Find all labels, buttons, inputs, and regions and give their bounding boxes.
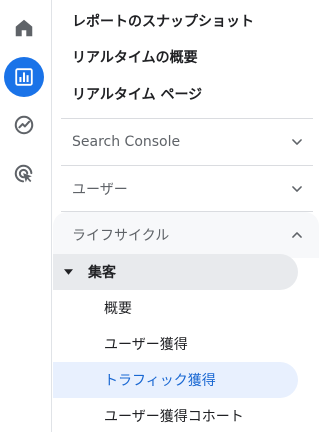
nav-rail — [0, 0, 52, 432]
nav-item-realtime-pages[interactable]: リアルタイム ページ — [72, 85, 202, 105]
chevron-down-icon — [285, 177, 309, 201]
group-acquisition[interactable]: 集客 — [53, 254, 298, 290]
nav-item-label: トラフィック獲得 — [104, 373, 216, 389]
section-search-console[interactable]: Search Console — [53, 119, 319, 165]
home-icon — [15, 19, 33, 37]
report-navigation-panel: レポートのスナップショット リアルタイムの概要 リアルタイム ページ Searc… — [53, 0, 319, 432]
nav-item-realtime-overview[interactable]: リアルタイムの概要 — [72, 48, 198, 68]
nav-item-report-snapshot[interactable]: レポートのスナップショット — [72, 12, 254, 32]
nav-item-label: ユーザー獲得コホート — [104, 409, 244, 425]
section-user[interactable]: ユーザー — [53, 166, 319, 212]
chevron-up-icon — [285, 223, 309, 247]
nav-item-label: ユーザー獲得 — [104, 337, 188, 353]
explore-button[interactable] — [4, 105, 44, 145]
section-label: ライフサイクル — [72, 228, 170, 244]
group-label: 集客 — [88, 265, 116, 281]
advertising-icon — [14, 164, 33, 183]
section-label: Search Console — [72, 134, 181, 150]
section-lifecycle[interactable]: ライフサイクル — [53, 212, 319, 258]
advertising-button[interactable] — [4, 154, 44, 194]
caret-down-icon — [64, 269, 74, 275]
explore-icon — [14, 115, 34, 135]
nav-item-acquisition-overview[interactable]: 概要 — [53, 290, 298, 326]
nav-item-user-acquisition-cohort[interactable]: ユーザー獲得コホート — [53, 398, 298, 432]
nav-item-label: 概要 — [104, 301, 132, 317]
nav-item-user-acquisition[interactable]: ユーザー獲得 — [53, 326, 298, 362]
home-button[interactable] — [4, 8, 44, 48]
section-label: ユーザー — [72, 182, 128, 198]
nav-item-traffic-acquisition[interactable]: トラフィック獲得 — [53, 362, 298, 398]
reports-icon — [15, 68, 33, 86]
chevron-down-icon — [285, 130, 309, 154]
reports-button[interactable] — [4, 57, 44, 97]
